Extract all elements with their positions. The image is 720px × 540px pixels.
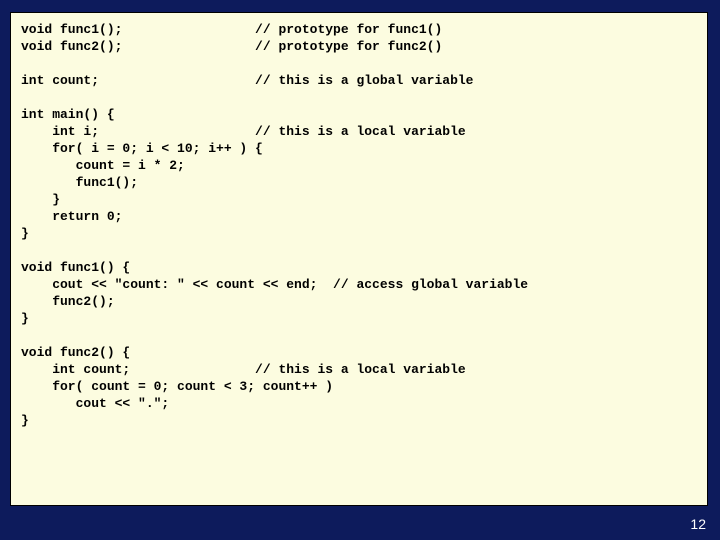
code-line: int main() { — [21, 107, 115, 122]
page-number: 12 — [690, 516, 706, 532]
code-line: int count; // this is a local variable — [21, 362, 466, 377]
code-line: func1(); — [21, 175, 138, 190]
code-line: func2(); — [21, 294, 115, 309]
code-line: } — [21, 413, 29, 428]
code-line: return 0; — [21, 209, 122, 224]
code-line: void func1(); // prototype for func1() — [21, 22, 442, 37]
code-line: void func2() { — [21, 345, 130, 360]
code-line: count = i * 2; — [21, 158, 185, 173]
code-content: void func1(); // prototype for func1() v… — [21, 21, 697, 429]
code-line: for( i = 0; i < 10; i++ ) { — [21, 141, 263, 156]
code-line: void func2(); // prototype for func2() — [21, 39, 442, 54]
code-line: } — [21, 192, 60, 207]
code-line: int i; // this is a local variable — [21, 124, 466, 139]
code-line: cout << "."; — [21, 396, 169, 411]
code-line: } — [21, 226, 29, 241]
code-line: cout << "count: " << count << end; // ac… — [21, 277, 528, 292]
code-line: for( count = 0; count < 3; count++ ) — [21, 379, 333, 394]
code-line: } — [21, 311, 29, 326]
code-block: void func1(); // prototype for func1() v… — [10, 12, 708, 506]
code-line: void func1() { — [21, 260, 130, 275]
slide: void func1(); // prototype for func1() v… — [0, 0, 720, 540]
code-line: int count; // this is a global variable — [21, 73, 473, 88]
